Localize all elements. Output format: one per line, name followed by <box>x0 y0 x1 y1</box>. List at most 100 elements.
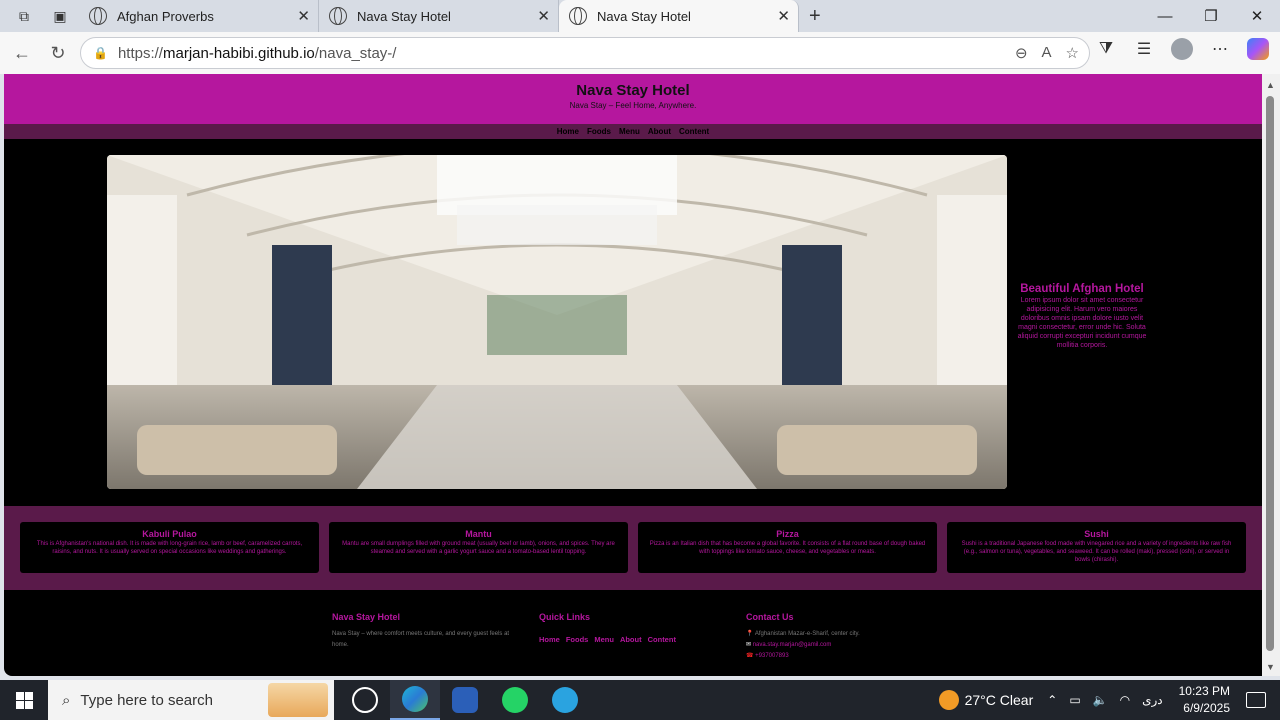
weather-widget[interactable]: 27°C Clear <box>938 690 1034 710</box>
minimize-icon[interactable]: — <box>1142 8 1188 25</box>
nav-foods[interactable]: Foods <box>587 127 611 136</box>
extensions-icon[interactable]: ⧩ <box>1095 40 1117 58</box>
whatsapp-icon <box>502 687 528 713</box>
windows-logo-icon <box>15 691 33 709</box>
close-icon[interactable]: ✕ <box>537 7 550 25</box>
taskbar-apps <box>340 680 590 720</box>
windows-taskbar: ⌕ Type here to search 27°C Clear ⌃ ▭ 🔈 ◠… <box>0 680 1280 720</box>
zoom-icon[interactable]: ⊖ <box>1015 44 1028 62</box>
footer-about-text: Nava Stay – where comfort meets culture,… <box>332 631 510 648</box>
hero-paragraph: Lorem ipsum dolor sit amet consectetur a… <box>1017 297 1147 349</box>
chevron-up-icon[interactable]: ⌃ <box>1047 693 1057 707</box>
notification-icon[interactable] <box>1246 692 1266 708</box>
food-card: Pizza Pizza is an Italian dish that has … <box>638 522 937 573</box>
clock-time: 10:23 PM <box>1178 684 1230 698</box>
page-scrollbar[interactable]: ▲ ▼ <box>1262 74 1280 676</box>
hotel-lobby-image <box>107 155 1007 489</box>
food-name: Kabuli Pulao <box>142 529 197 539</box>
telegram-app[interactable] <box>540 680 590 720</box>
weather-text: 27°C Clear <box>964 692 1034 708</box>
close-icon[interactable]: ✕ <box>297 7 310 25</box>
nav-about[interactable]: About <box>648 127 671 136</box>
language-indicator[interactable]: دری <box>1142 693 1163 707</box>
tab-afghan-proverbs[interactable]: Afghan Proverbs ✕ <box>79 0 319 32</box>
scroll-up-icon[interactable]: ▲ <box>1266 80 1275 90</box>
taskbar-clock[interactable]: 10:23 PM 6/9/2025 <box>1179 683 1230 717</box>
page-viewport: Nava Stay Hotel Nava Stay – Feel Home, A… <box>4 74 1262 676</box>
favorite-star-icon[interactable]: ☆ <box>1066 44 1079 62</box>
tab-nava-stay-active[interactable]: Nava Stay Hotel ✕ <box>559 0 799 32</box>
tab-nava-stay-1[interactable]: Nava Stay Hotel ✕ <box>319 0 559 32</box>
start-button[interactable] <box>0 691 48 709</box>
location-pin-icon: 📍 <box>746 631 754 637</box>
lock-icon[interactable]: 🔒 <box>93 46 108 60</box>
taskbar-search[interactable]: ⌕ Type here to search <box>48 680 334 720</box>
nav-menu[interactable]: Menu <box>619 127 640 136</box>
footer-link-foods[interactable]: Foods <box>566 635 589 644</box>
footer-contact-title: Contact Us <box>746 612 794 622</box>
food-description: Mantu are small dumplings filled with gr… <box>342 541 615 555</box>
site-nav: Home Foods Menu About Content <box>4 124 1262 139</box>
close-icon[interactable]: ✕ <box>777 7 790 25</box>
chatgpt-icon <box>352 687 378 713</box>
contact-phone[interactable]: +937007893 <box>755 653 789 659</box>
food-card: Sushi Sushi is a traditional Japanese fo… <box>947 522 1246 573</box>
system-tray: 27°C Clear ⌃ ▭ 🔈 ◠ دری 10:23 PM 6/9/2025 <box>938 680 1280 720</box>
food-name: Sushi <box>1084 529 1109 539</box>
workspaces-icon[interactable]: ⧉ <box>13 5 35 27</box>
hero-text-block: Beautiful Afghan Hotel Lorem ipsum dolor… <box>1014 283 1150 350</box>
address-toolbar: ← ↻ 🔒 https://marjan-habibi.github.io/na… <box>0 32 1280 74</box>
read-aloud-icon[interactable]: A <box>1042 44 1052 62</box>
url-prefix: https:// <box>117 44 163 62</box>
weather-icon <box>938 690 959 710</box>
url-path: /nava_stay-/ <box>314 44 397 62</box>
tab-actions-icon[interactable]: ▣ <box>49 5 71 27</box>
chatgpt-app[interactable] <box>340 680 390 720</box>
footer-link-content[interactable]: Content <box>648 635 676 644</box>
food-description: This is Afghanistan's national dish. It … <box>36 541 303 555</box>
volume-muted-icon[interactable]: 🔈 <box>1093 693 1108 707</box>
food-card: Kabuli Pulao This is Afghanistan's natio… <box>20 522 319 573</box>
clock-date: 6/9/2025 <box>1183 701 1230 715</box>
envelope-icon: ✉ <box>746 642 752 648</box>
site-title: Nava Stay Hotel <box>576 82 690 99</box>
nav-content[interactable]: Content <box>679 127 709 136</box>
edge-icon <box>402 686 428 712</box>
window-controls: — ❐ ✕ <box>1142 0 1280 32</box>
whatsapp-app[interactable] <box>490 680 540 720</box>
copilot-icon[interactable] <box>1247 38 1269 60</box>
more-menu-icon[interactable]: ⋯ <box>1209 39 1231 59</box>
word-app[interactable] <box>440 680 490 720</box>
restore-icon[interactable]: ❐ <box>1188 7 1234 25</box>
refresh-icon[interactable]: ↻ <box>44 43 72 64</box>
favorites-icon[interactable]: ☰ <box>1133 39 1155 59</box>
food-name: Pizza <box>776 529 799 539</box>
contact-email[interactable]: nava.stay.marjan@gamil.com <box>753 642 832 648</box>
new-tab-icon[interactable]: + <box>809 5 821 28</box>
footer-quick-links: Quick Links Home Foods Menu About Content <box>539 612 729 647</box>
hero-section: Beautiful Afghan Hotel Lorem ipsum dolor… <box>4 139 1262 506</box>
back-icon[interactable]: ← <box>8 43 36 64</box>
footer-about-title: Nava Stay Hotel <box>332 612 401 622</box>
site-header: Nava Stay Hotel Nava Stay – Feel Home, A… <box>4 74 1262 124</box>
footer-contact: Contact Us 📍 Afghanistan Mazar-e-Sharif,… <box>746 612 946 662</box>
edge-app[interactable] <box>390 680 440 720</box>
nav-home[interactable]: Home <box>557 127 579 136</box>
wifi-icon[interactable]: ◠ <box>1120 693 1130 707</box>
food-description: Pizza is an Italian dish that has become… <box>649 541 926 555</box>
scroll-thumb[interactable] <box>1266 96 1274 651</box>
scroll-down-icon[interactable]: ▼ <box>1266 662 1275 672</box>
window-close-icon[interactable]: ✕ <box>1234 7 1280 25</box>
footer-link-home[interactable]: Home <box>539 635 560 644</box>
search-icon: ⌕ <box>62 691 71 709</box>
contact-address: Afghanistan Mazar-e-Sharif, center city. <box>754 631 860 637</box>
footer-link-menu[interactable]: Menu <box>594 635 614 644</box>
footer-about: Nava Stay Hotel Nava Stay – where comfor… <box>332 612 517 651</box>
footer-link-about[interactable]: About <box>620 635 642 644</box>
url-bar[interactable]: 🔒 https://marjan-habibi.github.io/nava_s… <box>80 37 1090 69</box>
url-host: marjan-habibi.github.io <box>162 44 315 62</box>
profile-avatar[interactable] <box>1171 38 1193 60</box>
search-highlight-image <box>268 683 328 717</box>
battery-icon[interactable]: ▭ <box>1069 693 1080 707</box>
browser-tab-bar: ⧉ ▣ Afghan Proverbs ✕ Nava Stay Hotel ✕ … <box>0 0 1280 32</box>
